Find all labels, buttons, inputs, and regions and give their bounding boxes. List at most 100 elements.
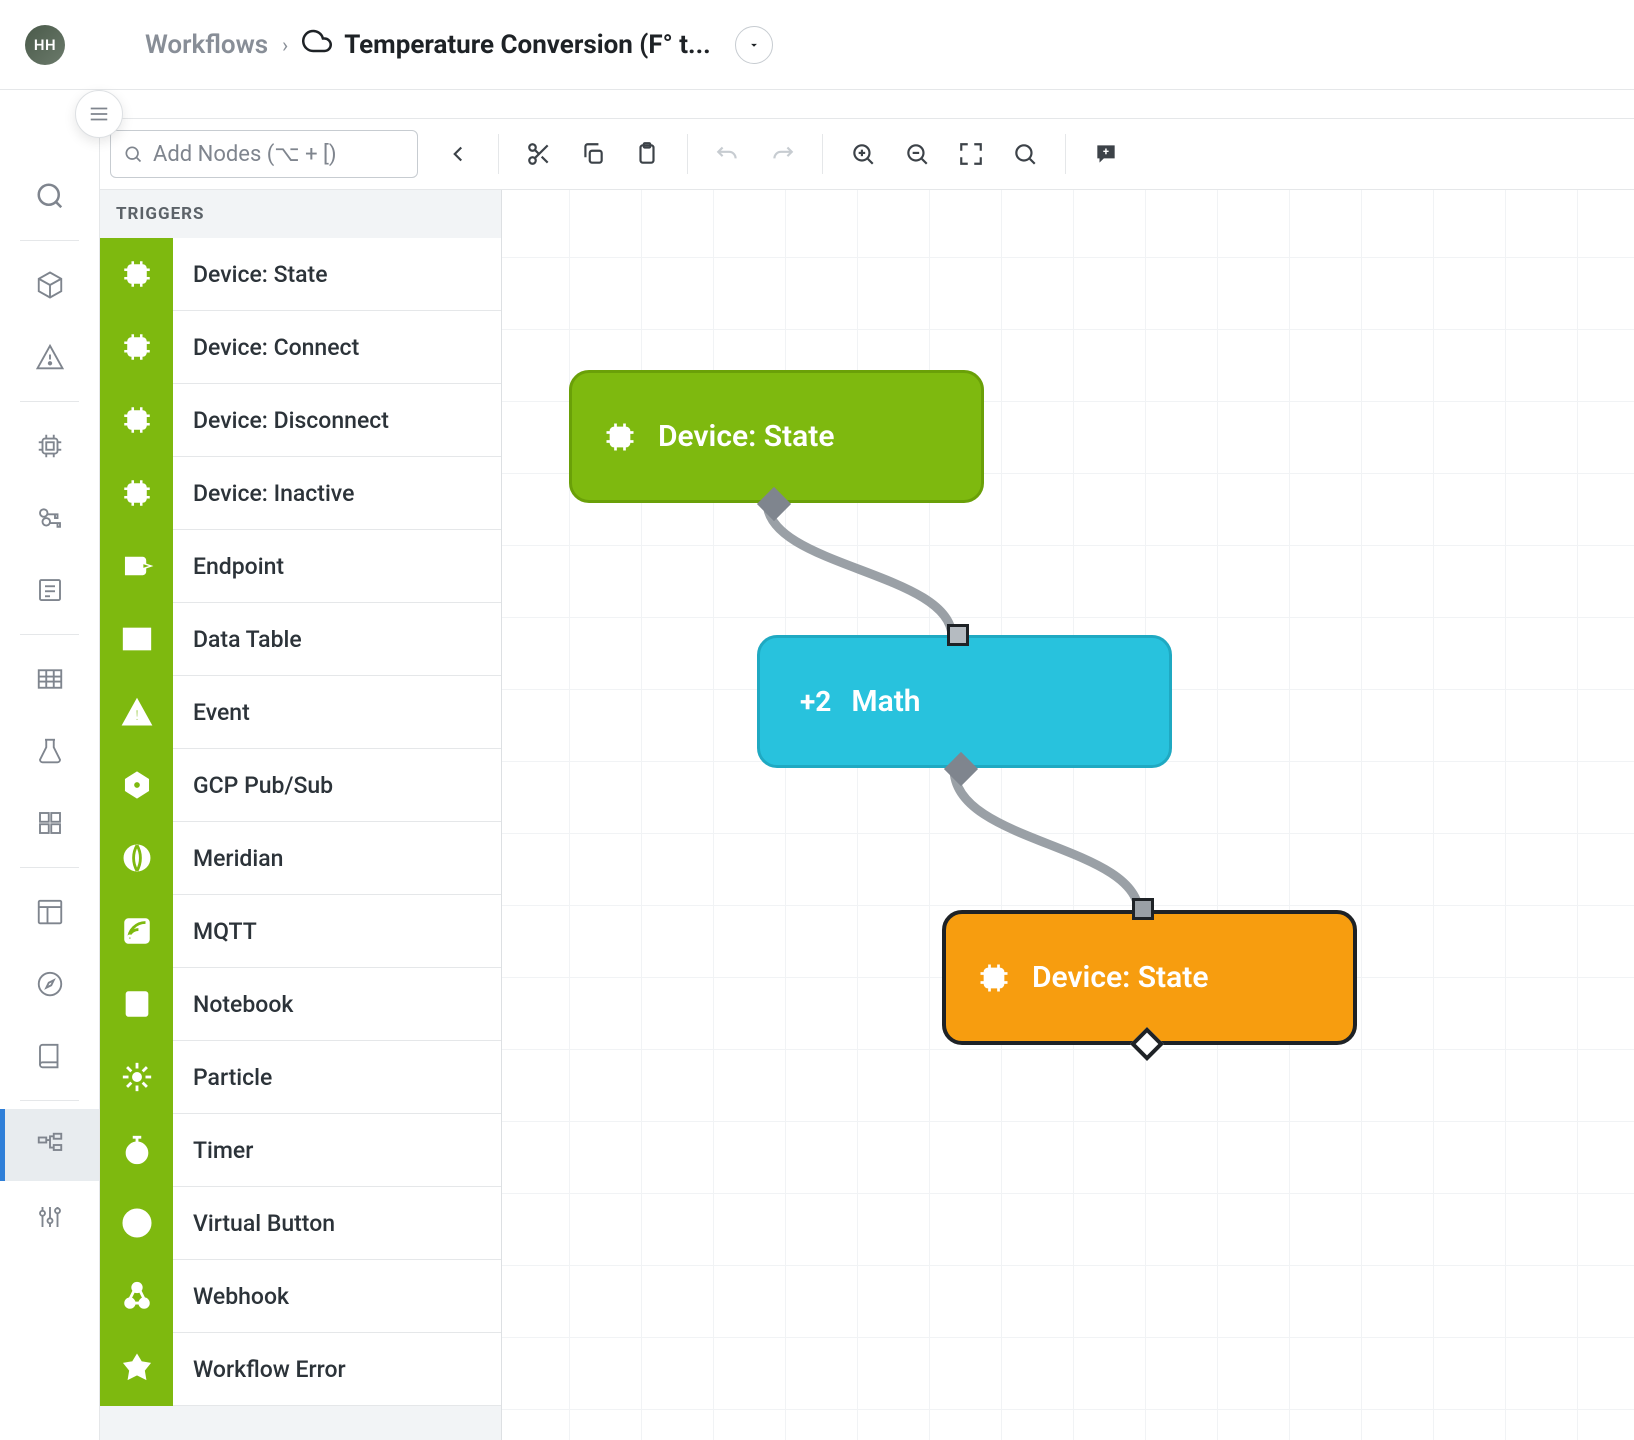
palette-item-label: Data Table	[173, 626, 302, 653]
palette-item-label: Meridian	[173, 845, 283, 872]
meridian-icon	[100, 822, 173, 895]
sidebar-lab[interactable]	[0, 715, 99, 787]
palette-item-label: Device: Connect	[173, 334, 359, 361]
chip-icon	[100, 311, 173, 384]
zoom-out-button[interactable]	[893, 130, 941, 178]
mqtt-icon	[100, 895, 173, 968]
chip-icon	[602, 419, 638, 455]
palette-item-label: Event	[173, 699, 250, 726]
palette-item-label: Notebook	[173, 991, 293, 1018]
canvas-node-math[interactable]: +2 Math	[757, 635, 1172, 768]
palette-item[interactable]: Endpoint	[100, 530, 501, 603]
toolbar-separator	[498, 134, 499, 174]
palette-item-label: Webhook	[173, 1283, 289, 1310]
connector	[732, 497, 1032, 647]
chip-icon	[976, 960, 1012, 996]
paste-button[interactable]	[623, 130, 671, 178]
toolbar-separator	[822, 134, 823, 174]
zoom-in-button[interactable]	[839, 130, 887, 178]
sidebar-keys[interactable]	[0, 482, 99, 554]
palette-item[interactable]: Meridian	[100, 822, 501, 895]
sidebar-box[interactable]	[0, 249, 99, 321]
chip-icon	[100, 457, 173, 530]
event-icon: !	[100, 676, 173, 749]
sidebar-workflow[interactable]	[0, 1109, 99, 1181]
palette-item[interactable]: MQTT	[100, 895, 501, 968]
werror-icon	[100, 1333, 173, 1406]
breadcrumb-bar: HH Workflows › Temperature Conversion (F…	[0, 0, 1634, 90]
copy-button[interactable]	[569, 130, 617, 178]
avatar[interactable]: HH	[25, 25, 65, 65]
hamburger-button[interactable]	[75, 90, 123, 138]
breadcrumb-root[interactable]: Workflows	[145, 30, 268, 60]
chip-icon	[100, 384, 173, 457]
palette-item[interactable]: GCP Pub/Sub	[100, 749, 501, 822]
palette-item[interactable]: Notebook	[100, 968, 501, 1041]
particle-icon	[100, 1041, 173, 1114]
palette-item[interactable]: Device: Connect	[100, 311, 501, 384]
webhook-icon	[100, 1260, 173, 1333]
palette-item[interactable]: Device: Inactive	[100, 457, 501, 530]
cut-button[interactable]	[515, 130, 563, 178]
zoom-reset-button[interactable]	[1001, 130, 1049, 178]
palette-item-label: MQTT	[173, 918, 257, 945]
redo-button[interactable]	[758, 130, 806, 178]
node-output-port[interactable]	[1135, 1032, 1159, 1056]
palette-item[interactable]: Data Table	[100, 603, 501, 676]
sidebar-divider	[20, 1100, 79, 1101]
sidebar-divider	[20, 240, 79, 241]
sidebar-chip[interactable]	[0, 410, 99, 482]
left-sidebar	[0, 90, 100, 1440]
node-input-port[interactable]	[947, 624, 971, 648]
toolbar: Add Nodes (⌥ + [) +	[100, 118, 1634, 190]
palette-item[interactable]: Virtual Button	[100, 1187, 501, 1260]
palette-item[interactable]: Timer	[100, 1114, 501, 1187]
palette-item[interactable]: Workflow Error	[100, 1333, 501, 1406]
search-placeholder: Add Nodes (⌥ + [)	[153, 142, 337, 167]
sidebar-warning[interactable]	[0, 321, 99, 393]
sidebar-search[interactable]	[0, 160, 99, 232]
back-button[interactable]	[434, 130, 482, 178]
sidebar-table[interactable]	[0, 643, 99, 715]
palette-item-label: Timer	[173, 1137, 253, 1164]
palette-item-label: Device: Disconnect	[173, 407, 389, 434]
toolbar-separator	[687, 134, 688, 174]
sidebar-divider	[20, 867, 79, 868]
sidebar-divider	[20, 401, 79, 402]
node-output-port[interactable]	[762, 492, 786, 516]
sidebar-puzzle[interactable]	[0, 787, 99, 859]
canvas-node-device-state-output[interactable]: Device: State	[942, 910, 1357, 1045]
table-icon	[100, 603, 173, 676]
palette-item[interactable]: Webhook	[100, 1260, 501, 1333]
chip-icon	[100, 238, 173, 311]
fit-button[interactable]	[947, 130, 995, 178]
comment-button[interactable]: +	[1082, 130, 1130, 178]
sidebar-dashboard[interactable]	[0, 876, 99, 948]
workflow-canvas[interactable]: Device: State +2 Math Device: State	[502, 190, 1634, 1440]
sidebar-book[interactable]	[0, 1020, 99, 1092]
cloud-icon	[302, 26, 332, 63]
breadcrumb-dropdown[interactable]	[735, 26, 773, 64]
sidebar-divider	[20, 634, 79, 635]
palette-item-label: Endpoint	[173, 553, 284, 580]
palette-item-label: Virtual Button	[173, 1210, 335, 1237]
hex-icon	[100, 749, 173, 822]
sidebar-sliders[interactable]	[0, 1181, 99, 1253]
palette-item[interactable]: Device: Disconnect	[100, 384, 501, 457]
palette-item[interactable]: ! Event	[100, 676, 501, 749]
undo-button[interactable]	[704, 130, 752, 178]
node-input-port[interactable]	[1132, 898, 1156, 922]
vbutton-icon	[100, 1187, 173, 1260]
search-input[interactable]: Add Nodes (⌥ + [)	[110, 130, 418, 178]
sidebar-compass[interactable]	[0, 948, 99, 1020]
breadcrumb-current[interactable]: Temperature Conversion (F° t...	[302, 26, 772, 64]
node-prefix: +2	[800, 685, 831, 718]
palette-item[interactable]: Device: State	[100, 238, 501, 311]
svg-text:!: !	[134, 707, 138, 725]
node-label: Device: State	[658, 419, 834, 454]
palette-item[interactable]: Particle	[100, 1041, 501, 1114]
sidebar-doc[interactable]	[0, 554, 99, 626]
node-output-port[interactable]	[949, 757, 973, 781]
palette-item-label: Particle	[173, 1064, 272, 1091]
canvas-node-device-state-trigger[interactable]: Device: State	[569, 370, 984, 503]
